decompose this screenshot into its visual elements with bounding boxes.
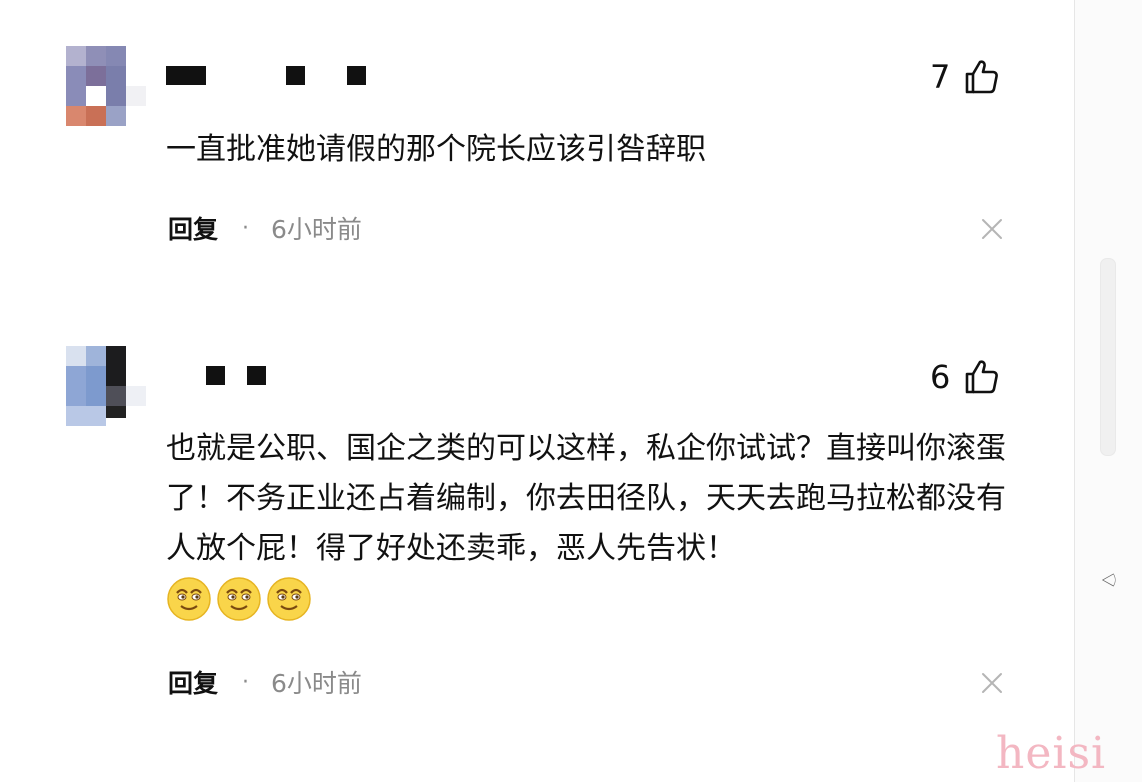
smile-emoji-icon (167, 577, 211, 621)
like-group[interactable]: 6 (930, 358, 999, 396)
reply-button[interactable]: 回复 (168, 210, 218, 246)
avatar[interactable] (66, 46, 146, 126)
watermark: heisi (996, 728, 1107, 779)
avatar[interactable] (66, 346, 146, 426)
thumbs-up-icon[interactable] (964, 359, 999, 395)
smile-emoji-icon (267, 577, 311, 621)
comment-text: 一直批准她请假的那个院长应该引咎辞职 (166, 132, 706, 167)
smile-emoji-icon (217, 577, 261, 621)
like-count: 7 (930, 58, 951, 96)
reply-button[interactable]: 回复 (168, 664, 218, 700)
like-group[interactable]: 7 (930, 58, 999, 96)
separator-dot: · (242, 215, 250, 241)
edge-glyph: ⌔ (1095, 569, 1121, 591)
username-redacted[interactable] (206, 366, 266, 385)
username-redacted[interactable] (166, 66, 366, 85)
like-count: 6 (930, 358, 951, 396)
comment-meta: 回复 · 6小时前 (168, 664, 362, 700)
comment-meta: 回复 · 6小时前 (168, 210, 362, 246)
close-icon[interactable] (980, 217, 1004, 241)
separator-dot: · (242, 669, 250, 695)
close-icon[interactable] (980, 671, 1004, 695)
thumbs-up-icon[interactable] (964, 59, 999, 95)
timestamp: 6小时前 (271, 215, 362, 244)
timestamp: 6小时前 (271, 669, 362, 698)
scrollbar-thumb[interactable] (1100, 258, 1116, 456)
emoji-row (166, 576, 1026, 622)
comment-text: 也就是公职、国企之类的可以这样，私企你试试？直接叫你滚蛋了！不务正业还占着编制，… (166, 424, 1026, 622)
